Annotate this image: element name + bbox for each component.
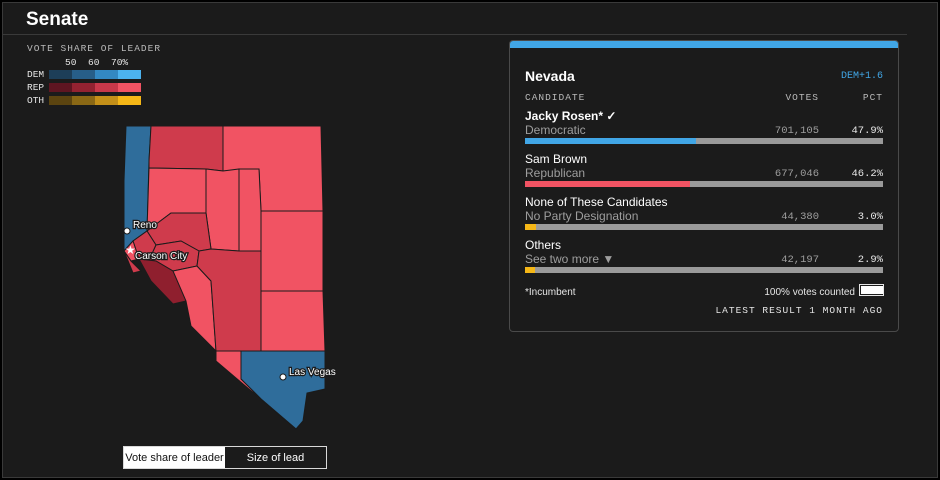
state-name: Nevada [525,68,575,84]
candidate-row: Sam Brown Republican 677,046 46.2% [525,152,883,194]
legend-swatch [49,82,72,92]
legend-swatch [118,69,141,79]
legend-tick: 70% [111,57,129,68]
county-lander[interactable] [205,168,240,252]
county-eureka[interactable] [238,168,262,252]
candidate-pct: 3.0% [857,211,883,223]
candidate-name: Sam Brown [525,152,588,166]
county-white-pine[interactable] [260,210,324,292]
vote-share-fill [525,224,536,230]
header-pct: PCT [862,92,883,103]
vote-share-bar [525,224,883,230]
nevada-county-map: Reno ★ Carson City Las Vegas [123,125,337,430]
vote-share-fill [525,267,536,273]
page-title: Senate [26,9,89,30]
las-vegas-label: Las Vegas [289,367,336,378]
legend-swatch [49,95,72,105]
candidate-name: Jacky Rosen* ✓ [525,109,616,123]
toggle-size-of-lead[interactable]: Size of lead [225,447,326,468]
vote-share-fill [525,181,691,187]
legend-title: VOTE SHARE OF LEADER [27,43,162,54]
candidate-votes: 701,105 [774,125,819,137]
race-margin: DEM+1.6 [840,71,883,82]
candidate-row: Others See two more ▼ 42,197 2.9% [525,238,883,280]
carson-city-label: Carson City [135,251,187,262]
legend-row-rep: REP [27,81,141,93]
candidate-party: No Party Designation [525,209,639,223]
candidate-party: Republican [525,166,586,180]
candidate-votes: 677,046 [774,168,819,180]
candidate-name-text: Jacky Rosen* [525,109,604,123]
candidate-name: Others [525,238,562,252]
legend-row-oth: OTH [27,94,141,106]
candidate-party: Democratic [525,123,586,137]
county-humboldt[interactable] [148,125,224,172]
county-shapes [123,125,326,430]
vote-share-bar [525,267,883,273]
legend-swatch [72,69,95,79]
legend-ticks: 50 60 70% [65,57,134,68]
card-accent-bar [510,41,898,48]
legend-swatch [49,69,72,79]
las-vegas-marker [279,373,287,381]
candidate-pct: 2.9% [857,254,883,266]
header-candidate: CANDIDATE [525,92,586,103]
incumbent-footnote: *Incumbent [525,287,576,298]
reno-label: Reno [133,220,157,231]
see-more-toggle[interactable]: See two more ▼ [525,252,614,266]
title-divider [3,34,907,35]
vote-share-bar [525,138,883,144]
county-lincoln[interactable] [260,290,326,352]
legend-tick: 60 [88,57,100,68]
candidate-row: None of These Candidates No Party Design… [525,195,883,237]
legend-row-dem: DEM [27,68,141,80]
toggle-vote-share[interactable]: Vote share of leader [124,447,225,468]
votes-counted-label: 100% votes counted [764,287,855,298]
candidate-votes: 44,380 [781,211,819,223]
senate-widget: Senate VOTE SHARE OF LEADER 50 60 70% DEM … [2,2,938,478]
votes-counted-meter [859,284,884,296]
candidate-row: Jacky Rosen* ✓ Democratic 701,105 47.9% [525,109,883,151]
legend-tick: 50 [65,57,77,68]
latest-result-timestamp: LATEST RESULT 1 MONTH AGO [715,305,883,316]
candidate-votes: 42,197 [781,254,819,266]
legend-row-label: REP [27,81,45,93]
legend-swatch [95,82,118,92]
race-results-card: Nevada DEM+1.6 CANDIDATE VOTES PCT Jacky… [509,40,899,332]
legend-swatch [72,82,95,92]
header-votes: VOTES [785,92,819,103]
legend-swatch [95,69,118,79]
candidate-pct: 47.9% [851,125,883,137]
votes-counted-fill [861,286,883,294]
legend-swatch [72,95,95,105]
candidate-name: None of These Candidates [525,195,668,209]
legend-swatch [95,95,118,105]
reno-marker [123,227,131,235]
legend-row-label: DEM [27,68,45,80]
vote-share-bar [525,181,883,187]
vote-share-fill [525,138,697,144]
map-mode-toggle[interactable]: Vote share of leader Size of lead [123,446,327,469]
legend-swatch [118,82,141,92]
legend-swatch [118,95,141,105]
legend-row-label: OTH [27,94,45,106]
candidate-pct: 46.2% [851,168,883,180]
winner-check-icon: ✓ [606,109,617,123]
